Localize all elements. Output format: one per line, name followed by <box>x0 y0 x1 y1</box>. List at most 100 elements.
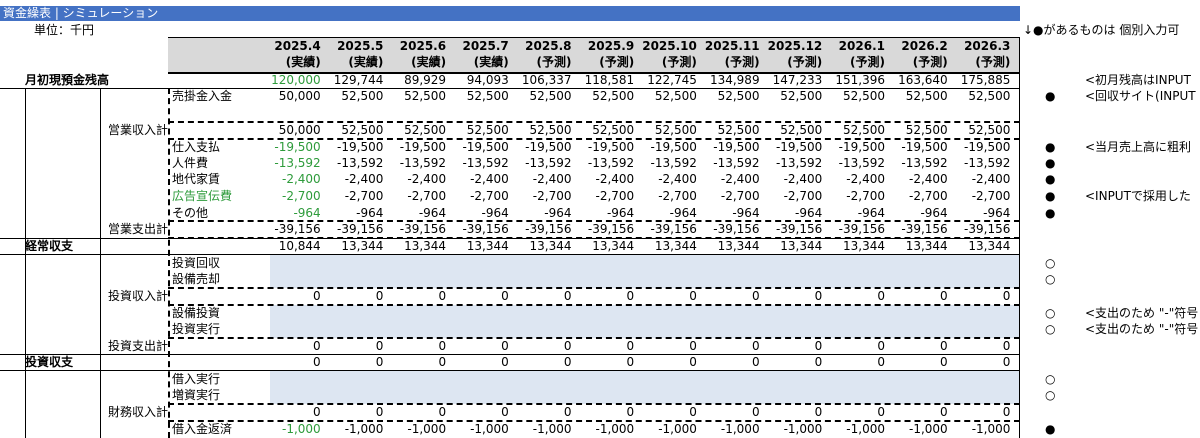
row-label-inv_income_total: 投資収入計 <box>108 289 169 303</box>
cell-op_expense_total: -39,156 <box>775 222 823 236</box>
kind-header: (実績) <box>285 55 321 69</box>
cell-rent: -2,400 <box>971 172 1011 186</box>
cell-inv_balance: 0 <box>751 355 760 369</box>
cell-sales_collect: 52,500 <box>717 89 760 103</box>
kind-header: (実績) <box>473 55 509 69</box>
input-area[interactable] <box>270 255 1020 288</box>
cell-repay: -1,000 <box>532 422 572 436</box>
month-header: 2025.9 <box>587 39 635 53</box>
cell-repay: -1,000 <box>595 422 635 436</box>
input-area[interactable] <box>270 371 1020 404</box>
cell-personnel: -13,592 <box>587 156 635 170</box>
cell-sales_collect: 52,500 <box>404 89 447 103</box>
row-divider <box>168 304 1020 306</box>
top-note: ↓●があるものは 個別入力可 <box>1023 23 1180 37</box>
cell-purchase: -19,500 <box>650 140 697 154</box>
cell-repay: -1,000 <box>407 422 447 436</box>
cell-inv_income_total: 0 <box>814 289 823 303</box>
row-label-capex: 設備投資 <box>172 306 221 320</box>
cell-repay: -1,000 <box>658 422 697 436</box>
row-divider <box>168 337 1020 339</box>
cell-repay: -1,000 <box>470 422 509 436</box>
cell-ads: -2,700 <box>909 189 948 203</box>
cell-purchase: -19,500 <box>713 140 760 154</box>
cell-inv_income_total: 0 <box>751 289 760 303</box>
cell-personnel: -13,592 <box>337 156 384 170</box>
note-opening: <初月残高はINPUT <box>1085 73 1191 87</box>
cell-personnel: -13,592 <box>901 156 948 170</box>
cell-sales_collect: 52,500 <box>654 89 697 103</box>
cell-repay: -1,000 <box>783 422 823 436</box>
cell-op_expense_total: -39,156 <box>964 222 1011 236</box>
cell-sales_collect: 52,500 <box>780 89 823 103</box>
cell-op_income_total: 52,500 <box>842 123 885 137</box>
cell-op_expense_total: -39,156 <box>274 222 321 236</box>
row-label-asset_sale: 設備売却 <box>172 272 221 286</box>
month-header: 2025.6 <box>399 39 447 53</box>
kind-header: (予測) <box>787 55 823 69</box>
row-divider <box>0 354 1020 355</box>
input-marker: ● <box>1045 172 1056 186</box>
cell-personnel: -13,592 <box>274 156 321 170</box>
cell-inv_income_total: 0 <box>501 289 509 303</box>
cell-ordinary: 13,344 <box>780 239 823 253</box>
cell-ordinary: 13,344 <box>654 239 697 253</box>
cell-ordinary: 13,344 <box>592 239 635 253</box>
cell-ads: -2,700 <box>532 189 572 203</box>
cell-opening: 163,640 <box>898 73 948 87</box>
kind-header: (予測) <box>850 55 885 69</box>
cell-ads: -2,700 <box>407 189 447 203</box>
cell-inv_balance: 0 <box>689 355 697 369</box>
row-label-purchase: 仕入支払 <box>172 140 221 154</box>
cell-op_income_total: 52,500 <box>466 123 509 137</box>
cell-inv_income_total: 0 <box>877 289 885 303</box>
row-label-rent: 地代家賃 <box>172 172 221 186</box>
cell-purchase: -19,500 <box>901 140 948 154</box>
month-header: 2026.2 <box>901 39 948 53</box>
cell-inv_expense_total: 0 <box>438 339 447 353</box>
cell-inv_income_total: 0 <box>1002 289 1011 303</box>
cell-personnel: -13,592 <box>462 156 509 170</box>
cell-ads: -2,700 <box>595 189 635 203</box>
cell-inv_expense_total: 0 <box>689 339 697 353</box>
cell-inv_balance: 0 <box>438 355 447 369</box>
month-header: 2025.5 <box>337 39 384 53</box>
cell-repay: -1,000 <box>720 422 760 436</box>
cell-op_income_total: 52,500 <box>341 123 384 137</box>
cell-purchase: -19,500 <box>337 140 384 154</box>
cell-personnel: -13,592 <box>838 156 885 170</box>
cell-op_expense_total: -39,156 <box>462 222 509 236</box>
column-divider <box>1019 37 1020 438</box>
cell-personnel: -13,592 <box>964 156 1011 170</box>
cell-op_income_total: 52,500 <box>717 123 760 137</box>
cell-ordinary: 13,344 <box>404 239 447 253</box>
cell-purchase: -19,500 <box>838 140 885 154</box>
kind-header: (予測) <box>536 55 572 69</box>
month-header: 2025.10 <box>642 39 697 53</box>
cell-ordinary: 13,344 <box>529 239 572 253</box>
cell-purchase: -19,500 <box>274 140 321 154</box>
cell-opening: 122,745 <box>647 73 697 87</box>
input-marker: ● <box>1045 89 1056 103</box>
row-divider <box>168 287 1020 289</box>
row-label-ads: 広告宣伝費 <box>172 189 233 203</box>
cell-ordinary: 10,844 <box>278 239 321 253</box>
cell-inv_balance: 0 <box>313 355 321 369</box>
cell-fin_income_total: 0 <box>563 405 572 419</box>
cell-opening: 106,337 <box>521 73 572 87</box>
row-divider <box>168 403 1020 405</box>
note-capex: <支出のため "-"符号 <box>1085 306 1199 320</box>
unit-label: 単位：千円 <box>34 23 95 37</box>
cell-op_expense_total: -39,156 <box>713 222 760 236</box>
cell-opening: 175,885 <box>960 73 1011 87</box>
cell-fin_income_total: 0 <box>1002 405 1011 419</box>
cell-ordinary: 13,344 <box>842 239 885 253</box>
cell-opening: 129,744 <box>333 73 384 87</box>
cell-inv_income_total: 0 <box>313 289 321 303</box>
input-marker: ● <box>1045 206 1056 220</box>
cell-ads: -2,700 <box>470 189 509 203</box>
cell-op_income_total: 52,500 <box>529 123 572 137</box>
row-label-personnel: 人件費 <box>172 156 209 170</box>
note-purchase: <当月売上高に粗利 <box>1085 140 1192 154</box>
input-area[interactable] <box>270 305 1020 338</box>
